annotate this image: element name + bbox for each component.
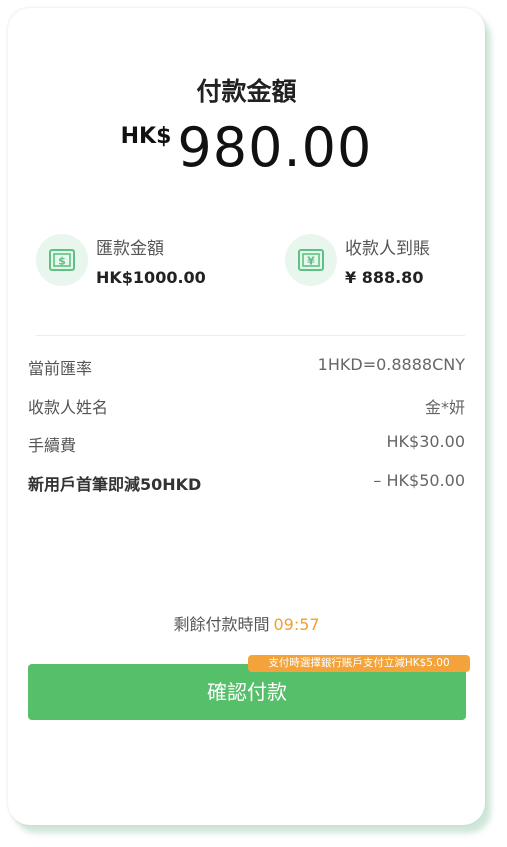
currency-symbol: HK$ bbox=[120, 124, 172, 149]
page-title: 付款金額 bbox=[196, 77, 297, 106]
detail-key: 手續費 bbox=[28, 436, 77, 455]
detail-key: 收款人姓名 bbox=[28, 398, 109, 417]
exchange-rate-row: 當前匯率 1HKD=0.8888CNY bbox=[28, 355, 465, 379]
divider bbox=[36, 335, 465, 336]
dollar-bill-icon: $ bbox=[36, 234, 88, 286]
remit-amount-label: 匯款金額 bbox=[96, 239, 164, 259]
confirm-payment-button[interactable]: 確認付款 bbox=[28, 664, 466, 720]
receive-amount-value: ¥ 888.80 bbox=[345, 268, 424, 287]
receive-amount-label: 收款人到賬 bbox=[345, 239, 430, 259]
amount-value: 980.00 bbox=[177, 116, 373, 179]
svg-text:¥: ¥ bbox=[307, 255, 315, 268]
payee-name-row: 收款人姓名 金*妍 bbox=[28, 394, 465, 418]
timer-label: 剩餘付款時間 bbox=[173, 615, 270, 634]
detail-key: 新用戶首筆即減50HKD bbox=[28, 475, 202, 494]
payment-card: 付款金額 HK$ 980.00 $ 匯款金額 HK$1000.00 ¥ 收款人到賬… bbox=[8, 8, 485, 825]
payment-timer: 剩餘付款時間 09:57 bbox=[8, 611, 485, 635]
payment-amount: HK$ 980.00 bbox=[8, 116, 485, 179]
fee-row: 手續費 HK$30.00 bbox=[28, 432, 465, 456]
detail-value: – HK$50.00 bbox=[373, 471, 465, 490]
detail-key: 當前匯率 bbox=[28, 359, 93, 378]
new-user-discount-row: 新用戶首筆即減50HKD – HK$50.00 bbox=[28, 471, 465, 495]
detail-value: 金*妍 bbox=[424, 398, 465, 417]
svg-text:$: $ bbox=[58, 255, 66, 268]
remit-amount-value: HK$1000.00 bbox=[96, 268, 206, 287]
timer-value: 09:57 bbox=[273, 615, 320, 634]
promo-badge: 支付時選擇銀行賬戶支付立減HK$5.00 bbox=[248, 655, 470, 672]
detail-value: HK$30.00 bbox=[386, 432, 465, 451]
detail-value: 1HKD=0.8888CNY bbox=[317, 355, 465, 374]
yuan-bill-icon: ¥ bbox=[285, 234, 337, 286]
